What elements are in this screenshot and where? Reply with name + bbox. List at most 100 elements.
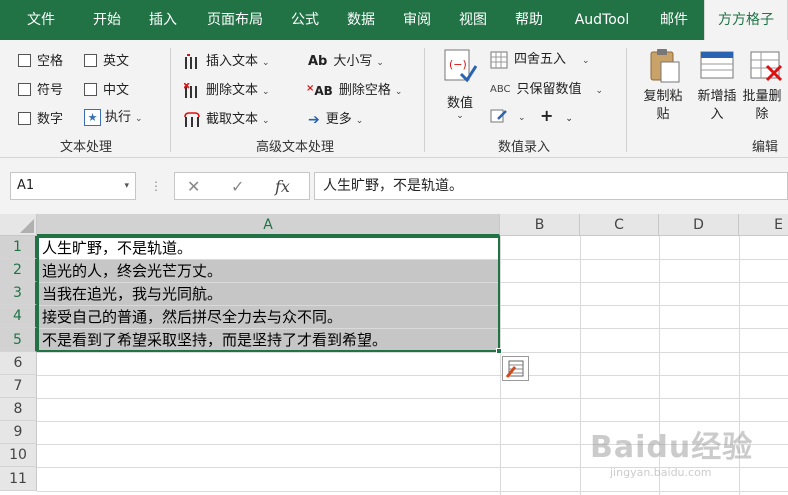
round-button[interactable]: 四舍五入 ⌄ <box>490 48 590 69</box>
quick-analysis-button[interactable] <box>502 356 529 381</box>
digit-label: 数字 <box>37 112 64 127</box>
delete-space-icon: ×AB <box>306 83 333 98</box>
row-header-8[interactable]: 8 <box>0 398 37 421</box>
watermark-brand: Baidu经验 <box>590 430 754 465</box>
value-button[interactable]: (−) 数值 ⌄ <box>440 48 480 121</box>
row-header-1[interactable]: 1 <box>0 236 37 259</box>
chevron-down-icon: ⌄ <box>262 87 270 97</box>
gridline <box>37 491 788 492</box>
group-label-advanced: 高级文本处理 <box>255 140 334 155</box>
checkbox-icon <box>18 83 31 96</box>
column-header-a[interactable]: A <box>37 214 500 236</box>
tab-file[interactable]: 文件 <box>12 0 70 40</box>
copy-paste-button[interactable]: 复制粘贴 <box>638 48 688 124</box>
row-header-7[interactable]: 7 <box>0 375 37 398</box>
chinese-checkbox[interactable]: 中文 <box>84 79 129 98</box>
insert-text-button[interactable]: 插入文本 ⌄ <box>184 50 270 70</box>
tab-view[interactable]: 视图 <box>448 0 498 40</box>
row-header-2[interactable]: 2 <box>0 259 37 282</box>
insert-new-button[interactable]: 新增插入 <box>692 48 742 124</box>
row-header-10[interactable]: 10 <box>0 444 37 467</box>
select-all-corner[interactable] <box>0 214 37 236</box>
group-label-edit: 编辑 <box>751 140 778 155</box>
tab-mail[interactable]: 邮件 <box>648 0 700 40</box>
row-header-11[interactable]: 11 <box>0 467 37 491</box>
chevron-down-icon[interactable]: ▾ <box>124 173 129 199</box>
row-header-4[interactable]: 4 <box>0 305 37 328</box>
insert-new-label: 新增插入 <box>697 89 737 122</box>
keep-value-label: 只保留数值 <box>516 82 582 97</box>
chevron-down-icon: ⌄ <box>135 114 143 124</box>
drag-handle-icon[interactable]: ⋮ <box>150 172 162 200</box>
chevron-down-icon: ⌄ <box>595 86 604 96</box>
execute-label: 执行 <box>105 110 132 125</box>
cell-a2[interactable]: 追光的人，终会光芒万丈。 <box>37 260 499 282</box>
row-header-9[interactable]: 9 <box>0 421 37 444</box>
execute-button[interactable]: ★ 执行 ⌄ <box>84 106 143 126</box>
checkbox-icon <box>18 54 31 67</box>
english-label: 英文 <box>103 54 130 69</box>
chevron-down-icon: ⌄ <box>262 116 270 126</box>
plus-icon: + <box>540 106 554 125</box>
tab-review[interactable]: 审阅 <box>392 0 442 40</box>
delete-text-button[interactable]: 删除文本 ⌄ <box>184 79 270 99</box>
digit-checkbox[interactable]: 数字 <box>18 108 63 127</box>
gridline <box>37 398 788 399</box>
chevron-down-icon: ⌄ <box>582 56 590 66</box>
arrow-right-icon: ➔ <box>308 111 320 128</box>
column-header-e[interactable]: E <box>739 214 788 236</box>
insert-text-icon <box>185 53 197 69</box>
cancel-icon[interactable]: ✕ <box>187 173 200 201</box>
keep-value-button[interactable]: ABC 只保留数值 ⌄ <box>490 78 603 97</box>
tab-audtool[interactable]: AudTool <box>560 0 644 40</box>
tab-page-layout[interactable]: 页面布局 <box>196 0 274 40</box>
cell-a3[interactable]: 当我在追光，我与光同航。 <box>37 283 499 305</box>
confirm-icon[interactable]: ✓ <box>231 173 244 201</box>
batch-delete-button[interactable]: 批量删除 <box>742 48 788 124</box>
tab-data[interactable]: 数据 <box>336 0 386 40</box>
copy-paste-label: 复制粘贴 <box>643 89 683 122</box>
insert-rows-icon <box>700 51 734 79</box>
column-header-d[interactable]: D <box>659 214 739 236</box>
value-icon: (−) <box>444 49 478 83</box>
tab-formulas[interactable]: 公式 <box>280 0 330 40</box>
group-label-text: 文本处理 <box>59 140 112 155</box>
space-checkbox[interactable]: 空格 <box>18 50 63 69</box>
formula-input[interactable]: 人生旷野，不是轨道。 <box>314 172 788 200</box>
chevron-down-icon: ⌄ <box>565 114 573 124</box>
tab-help[interactable]: 帮助 <box>504 0 554 40</box>
fill-handle[interactable] <box>496 348 502 354</box>
function-icon[interactable]: fx <box>275 173 290 201</box>
tab-insert[interactable]: 插入 <box>134 0 192 40</box>
extract-text-icon <box>184 111 200 127</box>
ribbon: 空格 英文 符号 中文 数字 ★ 执行 ⌄ 文本处理 插入文本 ⌄ 删除文本 ⌄ 截取文… <box>0 40 788 158</box>
case-button[interactable]: Ab 大小写 ⌄ <box>308 50 384 69</box>
english-checkbox[interactable]: 英文 <box>84 50 129 69</box>
tab-home[interactable]: 开始 <box>78 0 136 40</box>
tab-fangfang[interactable]: 方方格子 <box>704 0 788 40</box>
add-button[interactable]: + ⌄ <box>540 106 573 125</box>
delete-text-icon <box>184 82 197 98</box>
row-header-3[interactable]: 3 <box>0 282 37 305</box>
gridline <box>500 236 501 495</box>
gridline <box>580 236 581 495</box>
column-header-c[interactable]: C <box>580 214 659 236</box>
cell-a5[interactable]: 不是看到了希望采取坚持，而是坚持了才看到希望。 <box>37 329 499 352</box>
row-header-6[interactable]: 6 <box>0 352 37 375</box>
symbol-checkbox[interactable]: 符号 <box>18 79 63 98</box>
quick-analysis-icon <box>505 360 524 378</box>
chinese-label: 中文 <box>103 83 130 98</box>
star-icon: ★ <box>84 109 101 126</box>
more-button[interactable]: ➔ 更多 ⌄ <box>308 108 363 128</box>
extract-text-button[interactable]: 截取文本 ⌄ <box>184 108 270 128</box>
name-box[interactable]: A1 ▾ <box>10 172 136 200</box>
delete-space-button[interactable]: ×AB 删除空格 ⌄ <box>306 79 402 98</box>
row-header-5[interactable]: 5 <box>0 328 37 352</box>
cell-a1[interactable]: 人生旷野，不是轨道。 <box>37 237 499 259</box>
format-edit-button[interactable]: ⌄ <box>490 108 526 124</box>
chevron-down-icon: ⌄ <box>376 58 384 68</box>
case-icon: Ab <box>308 54 328 69</box>
round-label: 四舍五入 <box>514 52 567 67</box>
cell-a4[interactable]: 接受自己的普通，然后拼尽全力去与众不同。 <box>37 306 499 328</box>
column-header-b[interactable]: B <box>500 214 580 236</box>
